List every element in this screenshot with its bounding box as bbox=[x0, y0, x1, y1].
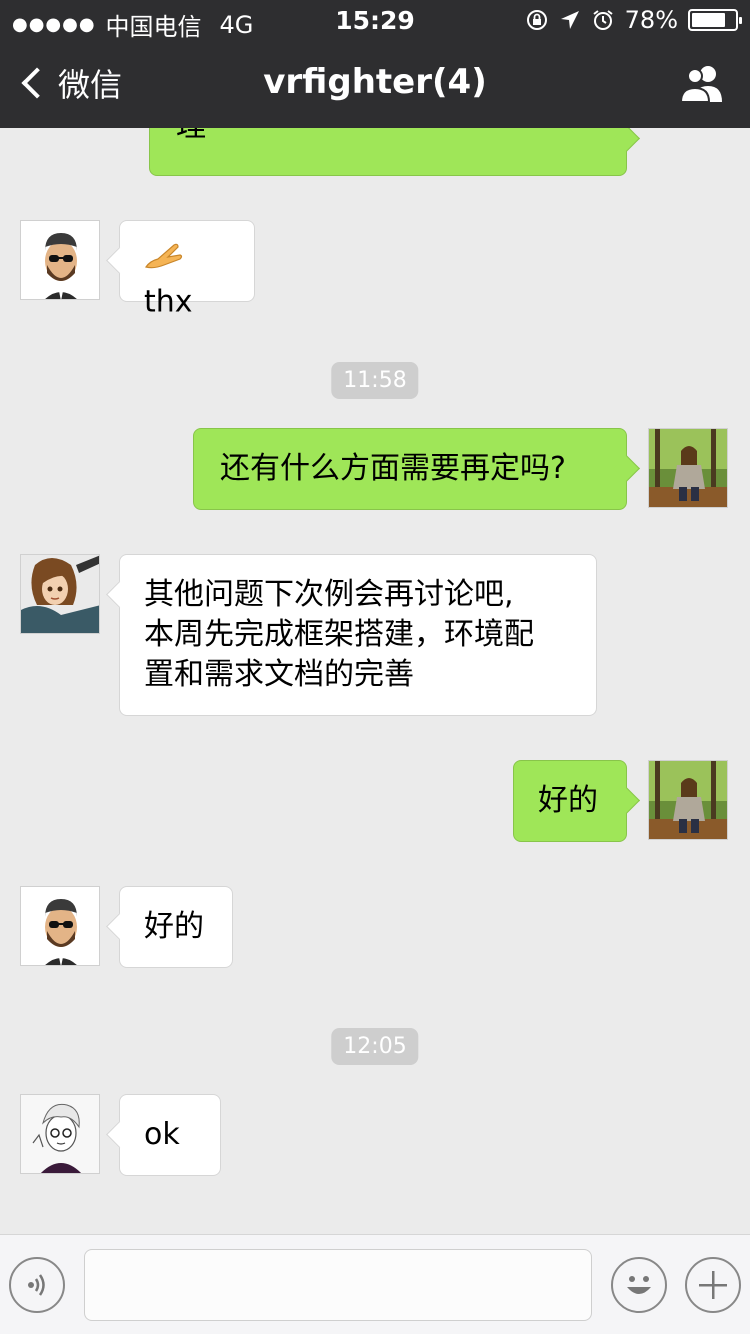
message-input[interactable] bbox=[84, 1249, 592, 1321]
message-line: 置和需求文档的完善 bbox=[144, 657, 414, 692]
chat-title: vrfighter(4) bbox=[263, 62, 487, 102]
message-bubble-incoming[interactable]: ok bbox=[119, 1094, 221, 1176]
avatar[interactable] bbox=[20, 886, 100, 966]
status-bar: ●●●●● 中国电信 4G 15:29 78% bbox=[0, 0, 750, 41]
chat-area[interactable]: 理 thx 11:58 还有什么方面需要再定吗? bbox=[0, 128, 750, 1234]
group-members-icon bbox=[679, 66, 722, 103]
avatar[interactable] bbox=[20, 1094, 100, 1174]
battery-percent: 78% bbox=[624, 6, 678, 34]
message-text: 还有什么方面需要再定吗? bbox=[220, 451, 566, 486]
emoji-icon bbox=[627, 1276, 651, 1294]
rotation-lock-icon bbox=[526, 10, 547, 30]
alarm-icon bbox=[593, 10, 613, 30]
voice-icon bbox=[28, 1274, 45, 1296]
avatar-self[interactable] bbox=[648, 428, 728, 508]
message-text: thx bbox=[144, 284, 193, 320]
voice-input-button[interactable] bbox=[9, 1257, 65, 1313]
message-bubble-incoming[interactable]: 好的 bbox=[119, 886, 233, 968]
group-info-button[interactable] bbox=[678, 64, 726, 108]
avatar-anime-girl bbox=[21, 555, 99, 633]
message-text: 好的 bbox=[144, 909, 204, 944]
location-arrow-icon bbox=[560, 11, 579, 29]
avatar-sketch-boy bbox=[21, 1095, 99, 1173]
timestamp: 12:05 bbox=[331, 1028, 419, 1065]
avatar[interactable] bbox=[20, 220, 100, 300]
avatar-bearded-man bbox=[21, 887, 99, 965]
message-text: ok bbox=[144, 1117, 180, 1152]
avatar-forest-photo bbox=[649, 429, 727, 507]
message-bubble-outgoing[interactable]: 还有什么方面需要再定吗? bbox=[193, 428, 627, 510]
more-options-button[interactable] bbox=[685, 1257, 741, 1313]
message-bubble-incoming[interactable]: 其他问题下次例会再讨论吧, 本周先完成框架搭建，环境配 置和需求文档的完善 bbox=[119, 554, 597, 716]
message-line: 本周先完成框架搭建，环境配 bbox=[144, 617, 534, 652]
hand-emoji-icon bbox=[144, 241, 184, 282]
avatar[interactable] bbox=[20, 554, 100, 634]
emoji-button[interactable] bbox=[611, 1257, 667, 1313]
message-line: 其他问题下次例会再讨论吧, bbox=[144, 577, 514, 612]
message-bubble-outgoing[interactable]: 好的 bbox=[513, 760, 627, 842]
avatar-self[interactable] bbox=[648, 760, 728, 840]
input-bar bbox=[0, 1234, 750, 1334]
battery-icon bbox=[688, 9, 742, 31]
nav-bar: 微信 vrfighter(4) bbox=[0, 40, 750, 128]
avatar-forest-photo bbox=[649, 761, 727, 839]
message-bubble-incoming[interactable]: thx bbox=[119, 220, 255, 320]
timestamp: 11:58 bbox=[331, 362, 419, 399]
plus-icon bbox=[699, 1271, 727, 1299]
message-text: 理 bbox=[176, 128, 600, 147]
message-text: 好的 bbox=[538, 783, 598, 818]
message-bubble-outgoing[interactable]: 理 bbox=[149, 128, 627, 176]
avatar-bearded-man bbox=[21, 221, 99, 299]
